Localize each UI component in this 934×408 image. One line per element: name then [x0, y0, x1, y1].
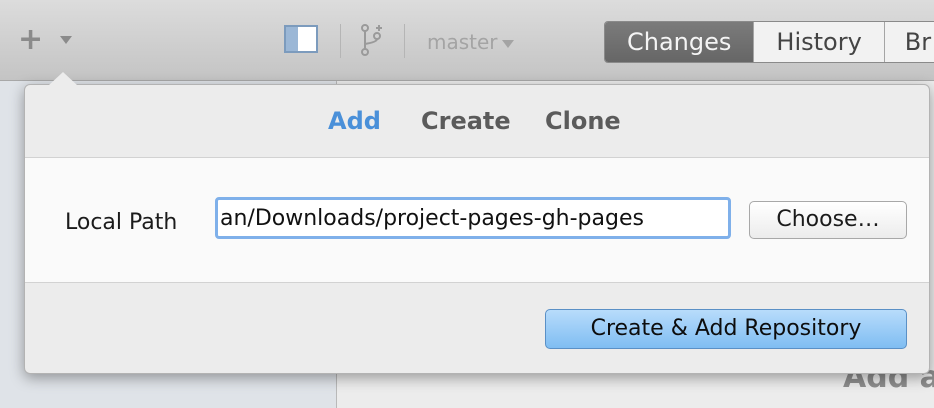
tab-changes[interactable]: Changes	[605, 22, 755, 62]
chevron-down-icon	[60, 36, 72, 44]
sidebar-toggle-icon[interactable]	[284, 25, 318, 53]
add-repository-popover: Add Create Clone Local Path an/Downloads…	[24, 72, 930, 374]
choose-button[interactable]: Choose…	[749, 201, 907, 239]
popover-tabs: Add Create Clone	[25, 85, 929, 157]
view-segmented-control: Changes History Br	[604, 21, 934, 63]
tab-create[interactable]: Create	[421, 107, 511, 135]
divider	[25, 282, 929, 283]
toolbar-separator	[404, 24, 405, 58]
create-add-repository-button[interactable]: Create & Add Repository	[545, 309, 907, 349]
plus-icon: +	[18, 22, 44, 57]
local-path-input[interactable]: an/Downloads/project-pages-gh-pages	[215, 197, 731, 239]
tab-clone[interactable]: Clone	[545, 107, 621, 135]
tab-history[interactable]: History	[754, 22, 885, 62]
branch-name: master	[427, 30, 498, 54]
tab-add[interactable]: Add	[328, 107, 381, 135]
local-path-value: an/Downloads/project-pages-gh-pages	[220, 206, 644, 231]
add-repository-button[interactable]: +	[16, 22, 76, 57]
branch-icon[interactable]	[357, 22, 387, 58]
popover-arrow	[49, 72, 77, 85]
toolbar: + master Changes History Br	[0, 0, 934, 81]
chevron-down-icon	[501, 39, 514, 48]
branch-select[interactable]: master	[427, 28, 514, 56]
tab-branches[interactable]: Br	[885, 22, 934, 62]
local-path-label: Local Path	[65, 210, 178, 235]
toolbar-separator	[340, 24, 341, 58]
